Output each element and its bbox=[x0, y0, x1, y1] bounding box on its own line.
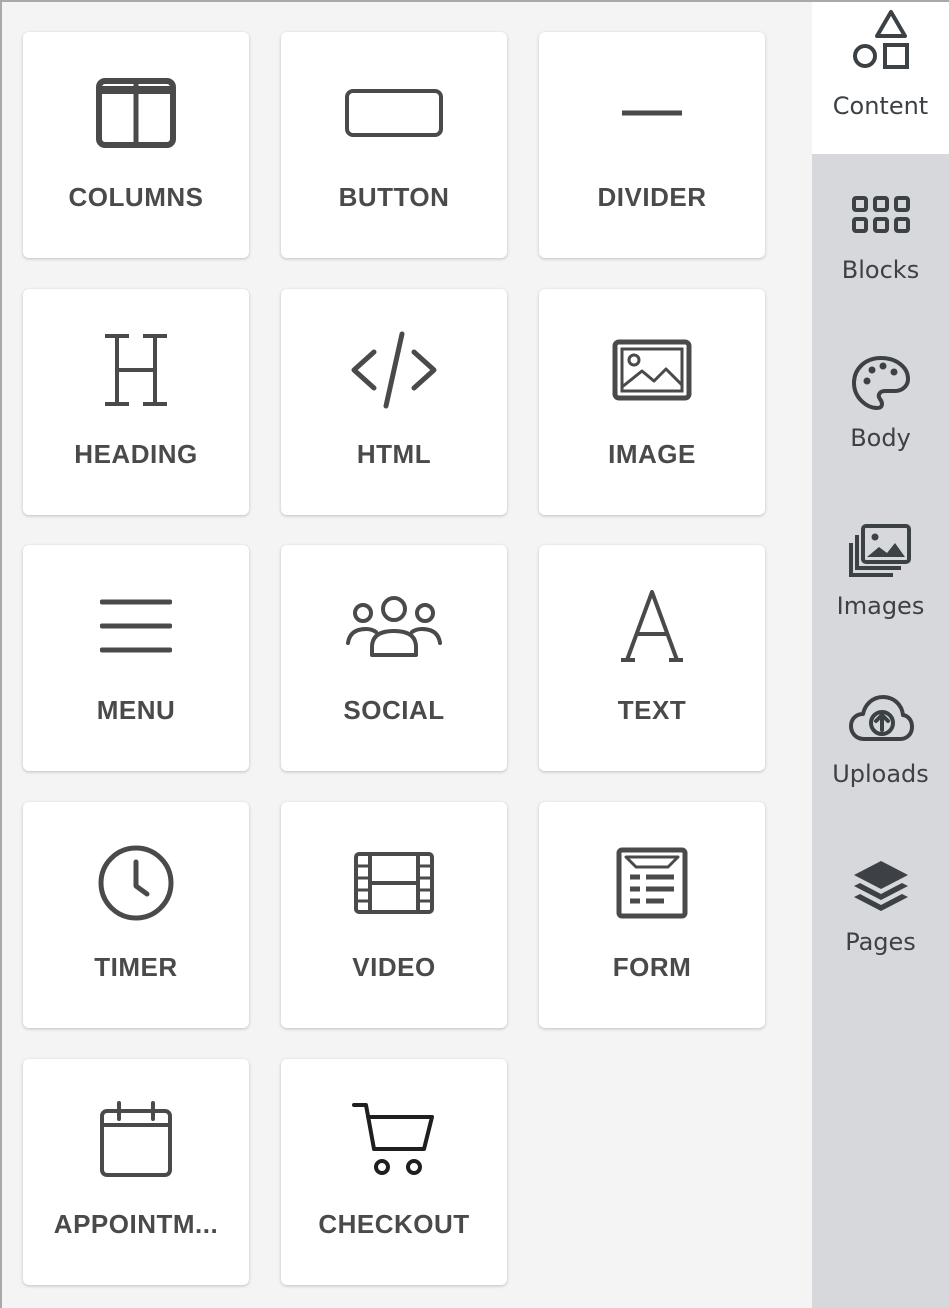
sidebar-tab-label: Blocks bbox=[841, 256, 920, 284]
tool-label: DIVIDER bbox=[597, 182, 707, 212]
sidebar-tab-pages[interactable]: Pages bbox=[812, 842, 949, 1010]
tool-form[interactable]: FORM bbox=[539, 802, 765, 1028]
code-icon bbox=[281, 325, 507, 415]
button-icon bbox=[281, 68, 507, 158]
tool-label: BUTTON bbox=[338, 182, 450, 212]
sidebar-tab-images[interactable]: Images bbox=[812, 506, 949, 674]
text-icon bbox=[539, 581, 765, 671]
sidebar-tab-label: Pages bbox=[845, 928, 916, 956]
heading-icon bbox=[23, 325, 249, 415]
sidebar-tab-label: Body bbox=[850, 424, 911, 452]
cart-icon bbox=[281, 1095, 507, 1185]
divider-icon bbox=[539, 68, 765, 158]
tool-label: FORM bbox=[612, 952, 692, 982]
tool-divider[interactable]: DIVIDER bbox=[539, 32, 765, 258]
images-icon bbox=[812, 516, 949, 586]
shapes-icon bbox=[812, 6, 949, 76]
sidebar-tab-uploads[interactable]: Uploads bbox=[812, 674, 949, 842]
layers-icon bbox=[812, 852, 949, 922]
tool-label: APPOINTM... bbox=[53, 1209, 219, 1239]
image-icon bbox=[539, 325, 765, 415]
calendar-icon bbox=[23, 1095, 249, 1185]
tool-video[interactable]: VIDEO bbox=[281, 802, 507, 1028]
tool-button[interactable]: BUTTON bbox=[281, 32, 507, 258]
tool-checkout[interactable]: CHECKOUT bbox=[281, 1059, 507, 1285]
grid-blocks-icon bbox=[812, 180, 949, 250]
sidebar-tab-label: Content bbox=[832, 92, 929, 120]
sidebar-tab-label: Uploads bbox=[832, 760, 929, 788]
sidebar-tabs: Content Blocks Body Images Uploads Pages bbox=[812, 2, 949, 1308]
sidebar-tab-label: Images bbox=[836, 592, 925, 620]
sidebar-tab-body[interactable]: Body bbox=[812, 338, 949, 506]
tool-columns[interactable]: COLUMNS bbox=[23, 32, 249, 258]
tool-label: VIDEO bbox=[352, 952, 436, 982]
tool-html[interactable]: HTML bbox=[281, 289, 507, 515]
tool-social[interactable]: SOCIAL bbox=[281, 545, 507, 771]
form-icon bbox=[539, 838, 765, 928]
clock-icon bbox=[23, 838, 249, 928]
tool-label: HEADING bbox=[74, 439, 198, 469]
columns-icon bbox=[23, 68, 249, 158]
tool-label: COLUMNS bbox=[68, 182, 204, 212]
tool-heading[interactable]: HEADING bbox=[23, 289, 249, 515]
sidebar-tab-blocks[interactable]: Blocks bbox=[812, 170, 949, 338]
social-users-icon bbox=[281, 581, 507, 671]
film-icon bbox=[281, 838, 507, 928]
tool-image[interactable]: IMAGE bbox=[539, 289, 765, 515]
tool-appointment[interactable]: APPOINTM... bbox=[23, 1059, 249, 1285]
tool-label: IMAGE bbox=[608, 439, 696, 469]
sidebar-tab-content[interactable]: Content bbox=[812, 2, 949, 154]
content-tools-panel: COLUMNS BUTTON DIVIDER HEADING HTML IMAG… bbox=[2, 2, 812, 1308]
cloud-upload-icon bbox=[812, 684, 949, 754]
tool-label: MENU bbox=[96, 695, 176, 725]
palette-icon bbox=[812, 348, 949, 418]
tool-text[interactable]: TEXT bbox=[539, 545, 765, 771]
tool-timer[interactable]: TIMER bbox=[23, 802, 249, 1028]
menu-icon bbox=[23, 581, 249, 671]
tool-label: TIMER bbox=[94, 952, 178, 982]
tool-label: HTML bbox=[356, 439, 432, 469]
tool-label: CHECKOUT bbox=[318, 1209, 470, 1239]
tool-label: TEXT bbox=[617, 695, 687, 725]
tool-label: SOCIAL bbox=[343, 695, 445, 725]
tool-menu[interactable]: MENU bbox=[23, 545, 249, 771]
